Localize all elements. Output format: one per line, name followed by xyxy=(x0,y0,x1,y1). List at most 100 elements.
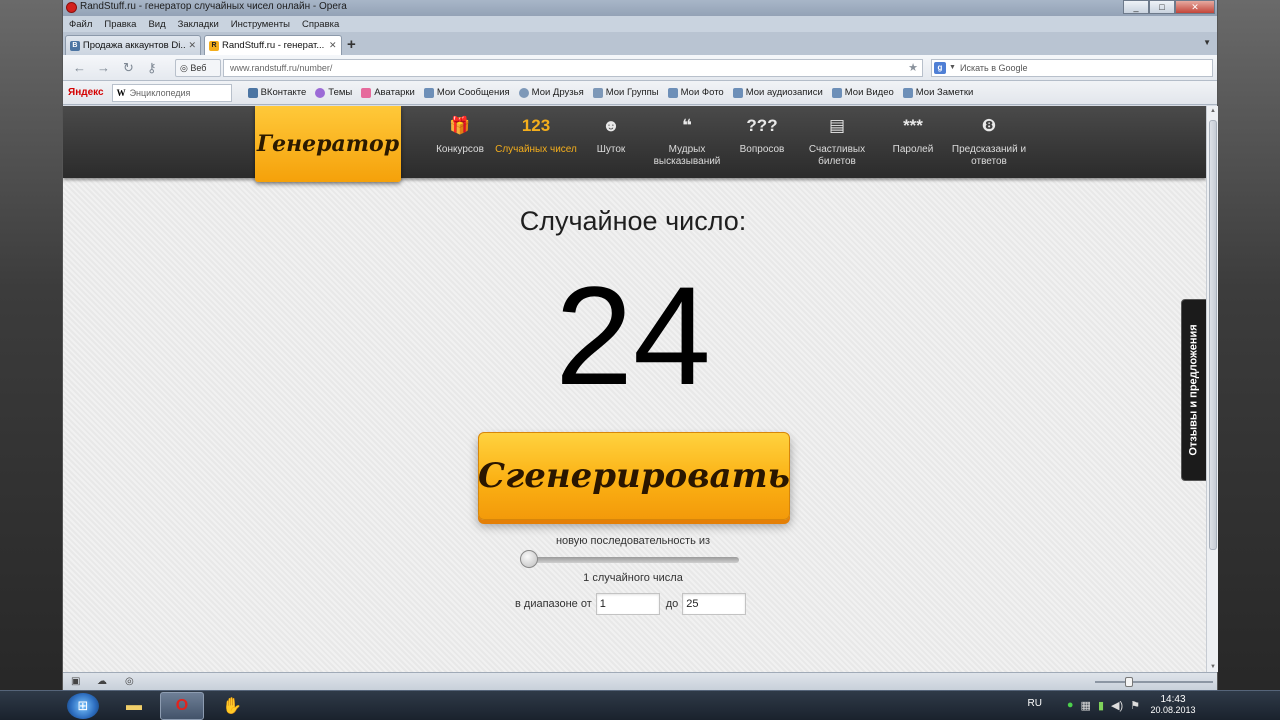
bookmark-audio[interactable]: Мои аудиозаписи xyxy=(732,87,823,98)
bookmark-videos[interactable]: Мои Видео xyxy=(831,87,894,98)
browser-window: RandStuff.ru - генератор случайных чисел… xyxy=(62,0,1218,690)
globe-icon: ◎ xyxy=(180,63,191,73)
camera-icon xyxy=(667,87,678,98)
speaker-icon xyxy=(732,87,743,98)
language-indicator[interactable]: RU xyxy=(1028,698,1042,709)
nav-questions[interactable]: ??? Вопросов xyxy=(720,114,804,156)
vk-icon xyxy=(247,87,258,98)
bookmark-vkontakte[interactable]: ВКонтакте xyxy=(247,87,306,98)
menu-tools[interactable]: Инструменты xyxy=(231,19,290,30)
chevron-down-icon[interactable]: ▼ xyxy=(949,60,956,76)
feedback-tab[interactable]: Отзывы и предложения xyxy=(1181,299,1206,481)
vertical-scrollbar[interactable]: ▲ ▼ xyxy=(1206,106,1218,672)
nav-tickets[interactable]: ▤ Счастливых билетов xyxy=(795,114,879,168)
zoom-slider[interactable] xyxy=(1095,681,1213,683)
menu-bookmarks[interactable]: Закладки xyxy=(178,19,219,30)
bookmark-groups[interactable]: Мои Группы xyxy=(592,87,659,98)
menu-bar: Файл Правка Вид Закладки Инструменты Спр… xyxy=(63,16,1217,32)
range-from-label: в диапазоне от xyxy=(515,598,592,610)
bookmark-photos[interactable]: Мои Фото xyxy=(667,87,724,98)
bookmark-notes[interactable]: Мои Заметки xyxy=(902,87,973,98)
range-from-input[interactable]: 1 xyxy=(595,593,660,615)
nav-predictions[interactable]: ❽ Предсказаний и ответов xyxy=(947,114,1031,168)
tab-close-icon[interactable]: ✕ xyxy=(188,40,196,51)
search-placeholder: Искать в Google xyxy=(960,63,1028,73)
star-icon[interactable]: ★ xyxy=(908,60,918,76)
minimize-button[interactable]: _ xyxy=(1123,0,1149,14)
range-to-input[interactable]: 25 xyxy=(682,593,747,615)
menu-view[interactable]: Вид xyxy=(148,19,165,30)
system-clock[interactable]: 14:43 20.08.2013 xyxy=(1148,694,1198,715)
bookmarks-bar: Яндекс W Энциклопедия ВКонтакте Темы Ават… xyxy=(63,81,1217,105)
menu-help[interactable]: Справка xyxy=(302,19,339,30)
group-icon xyxy=(592,87,603,98)
smile-icon: ☻ xyxy=(602,116,620,135)
panel-toggle-icon[interactable]: ▣ xyxy=(71,676,80,687)
bookmark-messages[interactable]: Мои Сообщения xyxy=(423,87,510,98)
title-bar: RandStuff.ru - генератор случайных чисел… xyxy=(63,0,1217,16)
menu-edit[interactable]: Правка xyxy=(104,19,136,30)
bookmark-friends[interactable]: Мои Друзья xyxy=(518,87,584,98)
nav-passwords[interactable]: *** Паролей xyxy=(871,114,955,156)
nav-numbers[interactable]: 123 Случайных чисел xyxy=(494,114,578,156)
back-arrow-icon[interactable]: ← xyxy=(73,60,86,75)
nav-contests[interactable]: 🎁 Конкурсов xyxy=(418,114,502,156)
explorer-taskbar-item[interactable]: ▬ xyxy=(112,692,156,720)
app-taskbar-item[interactable]: ✋ xyxy=(210,692,254,720)
tab-menu-chevron-icon[interactable]: ▼ xyxy=(1203,38,1211,47)
random-number-result: 24 xyxy=(555,257,711,414)
nav-label: Мудрых высказываний xyxy=(653,144,721,167)
bookmark-themes[interactable]: Темы xyxy=(315,87,352,98)
new-tab-button[interactable]: + xyxy=(347,36,356,53)
start-button[interactable]: ⊞ xyxy=(67,693,99,719)
forward-arrow-icon[interactable]: → xyxy=(97,60,110,75)
wiki-placeholder: Энциклопедия xyxy=(129,87,191,98)
generate-button[interactable]: Сгенерировать xyxy=(478,432,790,520)
count-slider[interactable] xyxy=(520,550,739,568)
nav-jokes[interactable]: ☻ Шуток xyxy=(569,114,653,156)
info-icon[interactable]: ● xyxy=(1067,699,1074,712)
nav-label: Счастливых билетов xyxy=(808,144,866,167)
scrollbar-thumb[interactable] xyxy=(1209,120,1217,550)
bookmark-label: Мои Фото xyxy=(680,87,724,98)
maximize-button[interactable]: □ xyxy=(1149,0,1175,14)
flag-icon[interactable]: ⚑ xyxy=(1130,699,1140,712)
unite-icon[interactable]: ☁ xyxy=(97,676,107,687)
menu-file[interactable]: Файл xyxy=(69,19,92,30)
vk-favicon-icon: В xyxy=(70,40,80,51)
nav-label: Предсказаний и ответов xyxy=(951,144,1027,167)
wiki-search-input[interactable]: W Энциклопедия xyxy=(111,83,232,102)
close-button[interactable]: ✕ xyxy=(1175,0,1215,14)
site-logo[interactable]: Генератор xyxy=(255,106,401,182)
network-icon[interactable]: ▦ xyxy=(1081,699,1091,712)
scroll-down-icon[interactable]: ▼ xyxy=(1210,664,1216,670)
tab-label: RandStuff.ru - генерат... xyxy=(222,40,325,51)
reload-icon[interactable]: ↻ xyxy=(123,60,134,76)
battery-icon[interactable]: ▮ xyxy=(1098,699,1104,712)
windows-icon: ⊞ xyxy=(77,698,89,713)
google-icon: g xyxy=(934,62,946,74)
search-input[interactable]: g ▼ Искать в Google xyxy=(931,59,1213,77)
opera-taskbar-item[interactable]: O xyxy=(160,692,204,720)
yandex-logo[interactable]: Яндекс xyxy=(68,87,104,98)
nav-quotes[interactable]: ❝ Мудрых высказываний xyxy=(645,114,729,168)
scroll-up-icon[interactable]: ▲ xyxy=(1210,108,1216,114)
volume-icon[interactable]: ◀) xyxy=(1111,699,1123,712)
key-icon[interactable]: ⚷ xyxy=(147,60,157,76)
tab-accounts[interactable]: В Продажа аккаунтов Di... ✕ xyxy=(65,35,201,55)
slider-handle[interactable] xyxy=(520,550,538,568)
tab-randstuff[interactable]: R RandStuff.ru - генерат... ✕ xyxy=(204,35,342,55)
numbers-icon: 123 xyxy=(521,116,551,135)
url-input[interactable]: www.randstuff.ru/number/ ★ xyxy=(223,59,923,77)
bookmark-avatars[interactable]: Аватарки xyxy=(361,87,415,98)
yandex-label: Яндекс xyxy=(68,87,104,98)
range-to-label: до xyxy=(665,598,679,610)
nav-label: Вопросов xyxy=(739,144,785,155)
clock-date: 20.08.2013 xyxy=(1150,705,1196,715)
turbo-icon[interactable]: ◎ xyxy=(125,676,134,687)
tab-close-icon[interactable]: ✕ xyxy=(329,40,337,51)
web-button[interactable]: ◎ Веб xyxy=(175,59,221,77)
slider-track[interactable] xyxy=(521,557,739,563)
zoom-handle[interactable] xyxy=(1125,677,1133,687)
bookmark-label: Мои Сообщения xyxy=(436,87,510,98)
